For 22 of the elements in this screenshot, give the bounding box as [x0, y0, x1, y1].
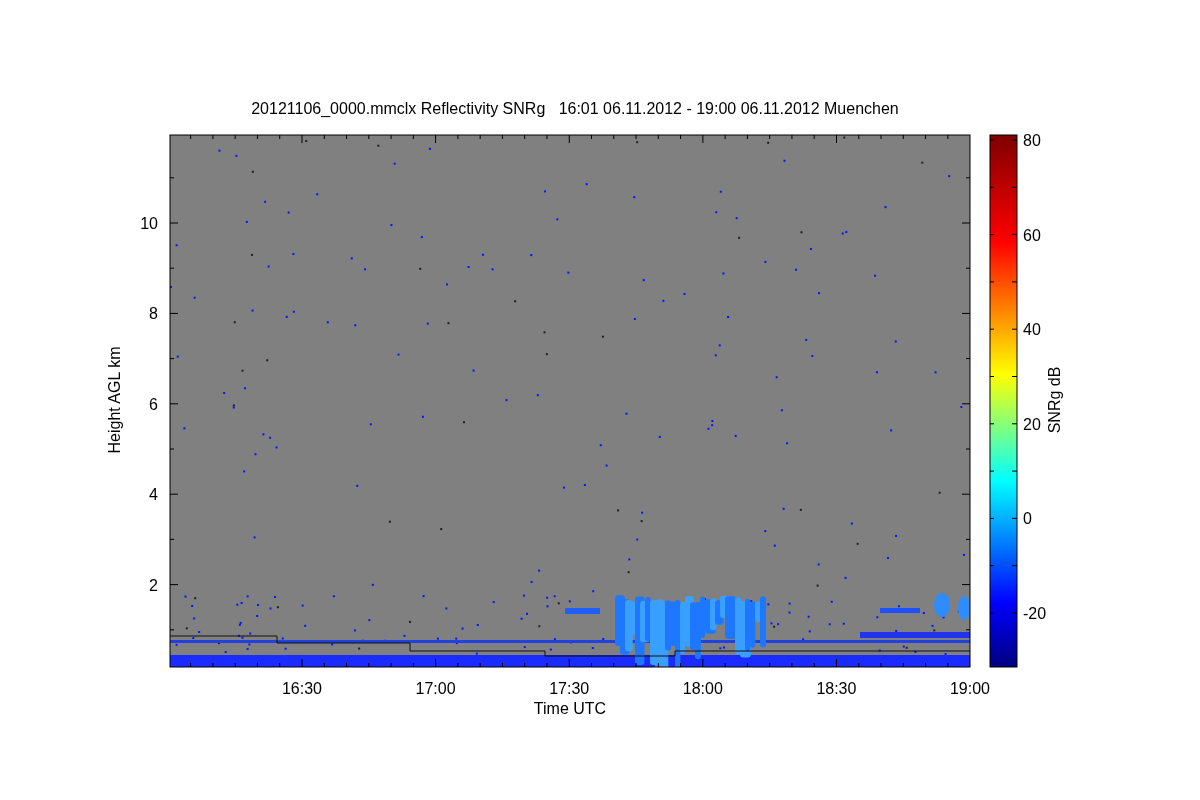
x-tick-label: 19:00 — [950, 680, 990, 697]
y-tick-label: 8 — [149, 305, 158, 323]
plot-title: 20121106_0000.mmclx Reflectivity SNRg 16:01 06.11.2012 - 19:00 06.11.2012 Muenchen — [251, 100, 899, 117]
colorbar-tick-label: 20 — [1023, 415, 1041, 433]
colorbar-tick-label: 80 — [1023, 132, 1041, 149]
echo-patch — [565, 608, 600, 614]
y-tick-label: 2 — [149, 576, 158, 594]
x-tick-label: 18:00 — [682, 680, 723, 697]
colorbar-tick-label: 0 — [1023, 510, 1032, 528]
x-tick-label: 16:30 — [282, 680, 322, 697]
colorbar-label: SNRg dB — [1046, 366, 1063, 434]
y-tick-label: 6 — [149, 395, 158, 413]
colorbar-tick-label: 40 — [1023, 321, 1041, 339]
x-tick-label: 18:30 — [816, 680, 857, 697]
x-axis-label: Time UTC — [533, 700, 607, 717]
y-axis-label: Height AGL km — [106, 346, 123, 454]
colorbar-tick-label: -20 — [1023, 605, 1047, 622]
y-tick-label: 10 — [140, 215, 158, 232]
x-tick-label: 17:30 — [549, 680, 590, 697]
y-tick-label: 4 — [149, 486, 158, 504]
x-tick-label: 17:00 — [415, 680, 456, 697]
colorbar-tick-label: 60 — [1023, 226, 1041, 244]
